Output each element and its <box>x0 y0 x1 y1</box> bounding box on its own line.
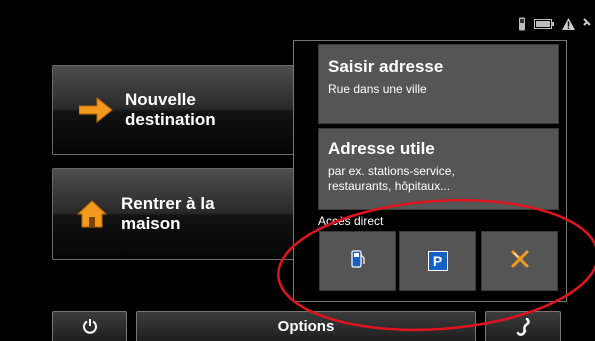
power-icon <box>82 318 98 341</box>
enter-address-title: Saisir adresse <box>328 57 444 76</box>
warning-icon <box>562 18 575 30</box>
direct-access-label: Accès direct <box>318 214 384 228</box>
go-home-label: Rentrer à la maison <box>121 194 215 233</box>
phone-icon <box>518 17 526 31</box>
useful-address-subtitle: par ex. stations-service, restaurants, h… <box>328 164 455 193</box>
options-button[interactable]: Options <box>136 311 476 341</box>
enter-address-tile[interactable]: Saisir adresse Rue dans une ville <box>318 44 559 124</box>
fuel-pump-icon <box>350 249 365 273</box>
status-bar <box>518 14 591 34</box>
restaurant-button[interactable] <box>481 231 558 291</box>
battery-icon <box>534 19 554 29</box>
parking-button[interactable]: P <box>399 231 476 291</box>
new-destination-label: Nouvelle destination <box>125 90 216 129</box>
useful-address-title: Adresse utile <box>328 139 435 158</box>
arrow-right-icon <box>78 96 113 124</box>
options-label: Options <box>277 318 335 335</box>
phone-handset-icon <box>515 317 531 341</box>
home-icon <box>76 199 108 229</box>
phone-button[interactable] <box>485 311 561 341</box>
parking-icon: P <box>427 251 448 271</box>
power-button[interactable] <box>52 311 127 341</box>
fork-knife-icon <box>510 249 530 274</box>
enter-address-subtitle: Rue dans une ville <box>328 82 427 96</box>
new-destination-button[interactable]: Nouvelle destination <box>52 65 302 155</box>
fuel-station-button[interactable] <box>319 231 396 291</box>
satellite-icon <box>583 17 591 31</box>
useful-address-tile[interactable]: Adresse utile par ex. stations-service, … <box>318 128 559 210</box>
go-home-button[interactable]: Rentrer à la maison <box>52 168 302 260</box>
